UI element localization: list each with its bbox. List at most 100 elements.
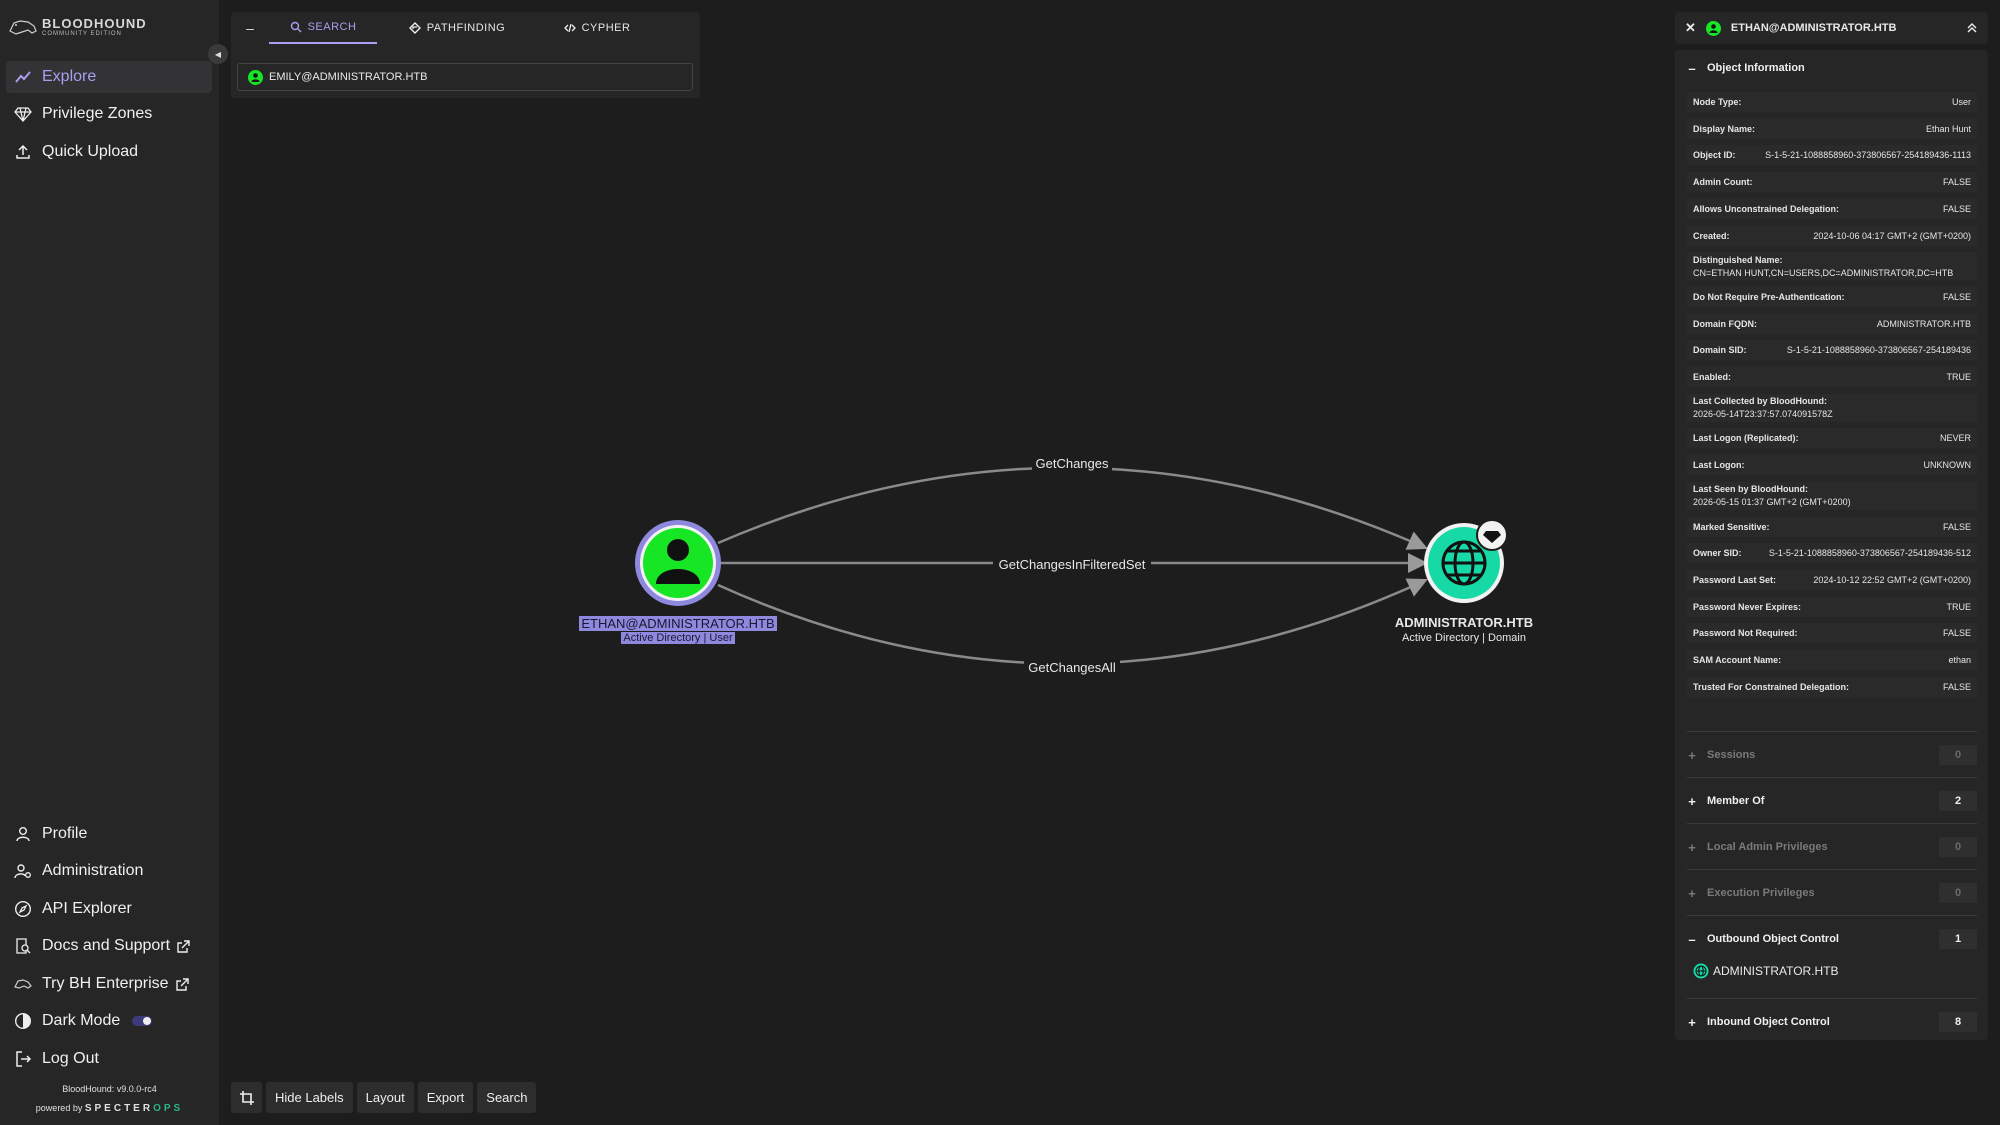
property-key: Enabled: bbox=[1693, 372, 1732, 382]
nav-quick-upload[interactable]: Quick Upload bbox=[6, 136, 212, 168]
expand-icon: + bbox=[1688, 1014, 1696, 1030]
property-row: Object ID: S-1-5-21-1088858960-373806567-… bbox=[1687, 145, 1977, 166]
expand-icon: + bbox=[1688, 747, 1696, 763]
property-value: TRUE bbox=[1946, 601, 1972, 612]
search-icon bbox=[290, 21, 302, 33]
upload-icon bbox=[16, 144, 30, 159]
property-value: FALSE bbox=[1942, 521, 1971, 532]
property-value: TRUE bbox=[1946, 372, 1972, 382]
export-button[interactable]: Export bbox=[417, 1082, 474, 1113]
collapse-icon: – bbox=[1688, 931, 1696, 947]
section-sessions[interactable]: + Sessions 0 bbox=[1687, 743, 1977, 767]
crop-button[interactable] bbox=[231, 1082, 262, 1113]
route-icon bbox=[408, 22, 421, 34]
section-divider bbox=[1687, 998, 1977, 999]
property-row: SAM Account Name: ethan bbox=[1687, 650, 1977, 670]
section-count: 0 bbox=[1939, 745, 1977, 765]
tab-cypher[interactable]: CYPHER bbox=[537, 12, 657, 44]
property-row: Owner SID: S-1-5-21-1088858960-373806567-… bbox=[1687, 543, 1977, 564]
section-inbound-object-control[interactable]: + Inbound Object Control 8 bbox=[1687, 1010, 1977, 1034]
object-information-header[interactable]: – Object Information bbox=[1687, 56, 1977, 80]
nav-docs-support[interactable]: Docs and Support bbox=[6, 930, 212, 962]
expand-icon: + bbox=[1688, 793, 1696, 809]
nav-api-explorer[interactable]: API Explorer bbox=[6, 893, 212, 925]
powered-by: powered by SPECTEROPS bbox=[0, 1103, 219, 1114]
chevron-left-icon: ◀ bbox=[214, 49, 222, 59]
dark-mode-toggle[interactable] bbox=[132, 1016, 153, 1026]
expand-icon: + bbox=[1688, 839, 1696, 855]
nav-privilege-zones[interactable]: Privilege Zones bbox=[6, 98, 212, 130]
external-link-icon bbox=[177, 939, 190, 953]
nav-explore[interactable]: Explore bbox=[6, 61, 212, 93]
section-label: Execution Privileges bbox=[1707, 887, 1815, 899]
property-key: Marked Sensitive: bbox=[1693, 521, 1770, 532]
nav-explore-label: Explore bbox=[42, 68, 97, 85]
node-administrator-htb[interactable] bbox=[1424, 519, 1508, 603]
property-value: UNKNOWN bbox=[1923, 460, 1972, 471]
collapse-icon: – bbox=[1688, 60, 1696, 76]
layout-button[interactable]: Layout bbox=[356, 1082, 414, 1113]
edge-getchangesall[interactable] bbox=[717, 578, 1428, 665]
nav-try-bh-enterprise[interactable]: Try BH Enterprise bbox=[6, 968, 212, 1000]
section-label: Outbound Object Control bbox=[1707, 933, 1839, 945]
node-ethan-label: ETHAN@ADMINISTRATOR.HTB Active Directory… bbox=[578, 616, 778, 644]
edge-label-getchangesinfilteredset: GetChangesInFilteredSet bbox=[993, 556, 1151, 572]
tier-zero-gem-icon bbox=[1476, 519, 1508, 551]
property-key: Node Type: bbox=[1693, 97, 1742, 107]
section-label: Local Admin Privileges bbox=[1707, 841, 1828, 853]
property-row: Password Never Expires: TRUE bbox=[1687, 596, 1977, 617]
edge-getchanges[interactable] bbox=[717, 466, 1428, 550]
entity-panel-header: ✕ ETHAN@ADMINISTRATOR.HTB bbox=[1675, 12, 1988, 44]
section-local-admin-privileges[interactable]: + Local Admin Privileges 0 bbox=[1687, 835, 1977, 859]
book-search-icon bbox=[16, 938, 31, 954]
property-row: Display Name: Ethan Hunt bbox=[1687, 118, 1977, 139]
section-member-of[interactable]: + Member Of 2 bbox=[1687, 789, 1977, 813]
property-key: Password Not Required: bbox=[1693, 628, 1798, 639]
property-row: Last Seen by BloodHound: 2026-05-15 01:37… bbox=[1687, 481, 1977, 510]
property-key: Trusted For Constrained Delegation: bbox=[1693, 681, 1850, 692]
nav-administration[interactable]: Administration bbox=[6, 855, 212, 887]
tab-search[interactable]: SEARCH bbox=[269, 12, 377, 44]
section-count: 0 bbox=[1939, 837, 1977, 857]
specterops-brand-ops: OPS bbox=[153, 1103, 184, 1114]
hide-labels-button[interactable]: Hide Labels bbox=[266, 1082, 353, 1113]
property-value: 2026-05-15 01:37 GMT+2 (GMT+0200) bbox=[1693, 497, 1851, 508]
globe-icon bbox=[1693, 963, 1709, 979]
nav-profile[interactable]: Profile bbox=[6, 818, 212, 850]
bloodhound-logo[interactable]: BLOODHOUND COMMUNITY EDITION bbox=[8, 16, 147, 37]
node-ethan[interactable] bbox=[635, 520, 721, 606]
nav-try-bh-enterprise-label: Try BH Enterprise bbox=[42, 975, 169, 992]
tab-cypher-label: CYPHER bbox=[581, 22, 631, 34]
property-value: User bbox=[1951, 97, 1971, 107]
nav-quick-upload-label: Quick Upload bbox=[42, 143, 139, 160]
section-label: Inbound Object Control bbox=[1707, 1016, 1830, 1028]
user-icon bbox=[656, 539, 700, 584]
collapse-up-icon[interactable] bbox=[1966, 22, 1978, 34]
close-icon[interactable]: ✕ bbox=[1685, 20, 1696, 36]
nav-dark-mode[interactable]: Dark Mode bbox=[6, 1005, 212, 1037]
minimize-search-button[interactable]: – bbox=[231, 20, 269, 36]
search-panel: – SEARCH PATHFINDING CYPHER EMILY@ADMINI… bbox=[231, 12, 700, 98]
nav-log-out[interactable]: Log Out bbox=[6, 1043, 212, 1075]
graph-search-button[interactable]: Search bbox=[477, 1082, 537, 1113]
collapse-sidebar-button[interactable]: ◀ bbox=[208, 44, 228, 64]
nav-profile-label: Profile bbox=[42, 825, 88, 842]
property-key: Last Logon: bbox=[1693, 460, 1745, 471]
tab-pathfinding[interactable]: PATHFINDING bbox=[377, 12, 537, 44]
search-input[interactable]: EMILY@ADMINISTRATOR.HTB bbox=[237, 63, 693, 91]
property-value: ADMINISTRATOR.HTB bbox=[1876, 318, 1971, 329]
external-link-icon bbox=[175, 977, 189, 991]
section-outbound-object-control[interactable]: – Outbound Object Control 1 bbox=[1687, 927, 1977, 951]
sidebar: BLOODHOUND COMMUNITY EDITION ◀ Explore P… bbox=[0, 0, 228, 1125]
outbound-object-item-label: ADMINISTRATOR.HTB bbox=[1713, 964, 1839, 978]
property-row: Domain FQDN: ADMINISTRATOR.HTB bbox=[1687, 313, 1977, 334]
entity-panel-title: ETHAN@ADMINISTRATOR.HTB bbox=[1730, 22, 1897, 34]
app-root: BLOODHOUND COMMUNITY EDITION ◀ Explore P… bbox=[0, 0, 2000, 1125]
property-key: Password Last Set: bbox=[1693, 574, 1777, 585]
property-row: Domain SID: S-1-5-21-1088858960-373806567… bbox=[1687, 340, 1977, 361]
outbound-object-item[interactable]: ADMINISTRATOR.HTB bbox=[1693, 963, 1839, 979]
section-execution-privileges[interactable]: + Execution Privileges 0 bbox=[1687, 881, 1977, 905]
property-row: Last Logon: UNKNOWN bbox=[1687, 455, 1977, 476]
property-row: Password Last Set: 2024-10-12 22:52 GMT+2… bbox=[1687, 569, 1977, 590]
property-row: Marked Sensitive: FALSE bbox=[1687, 516, 1977, 537]
